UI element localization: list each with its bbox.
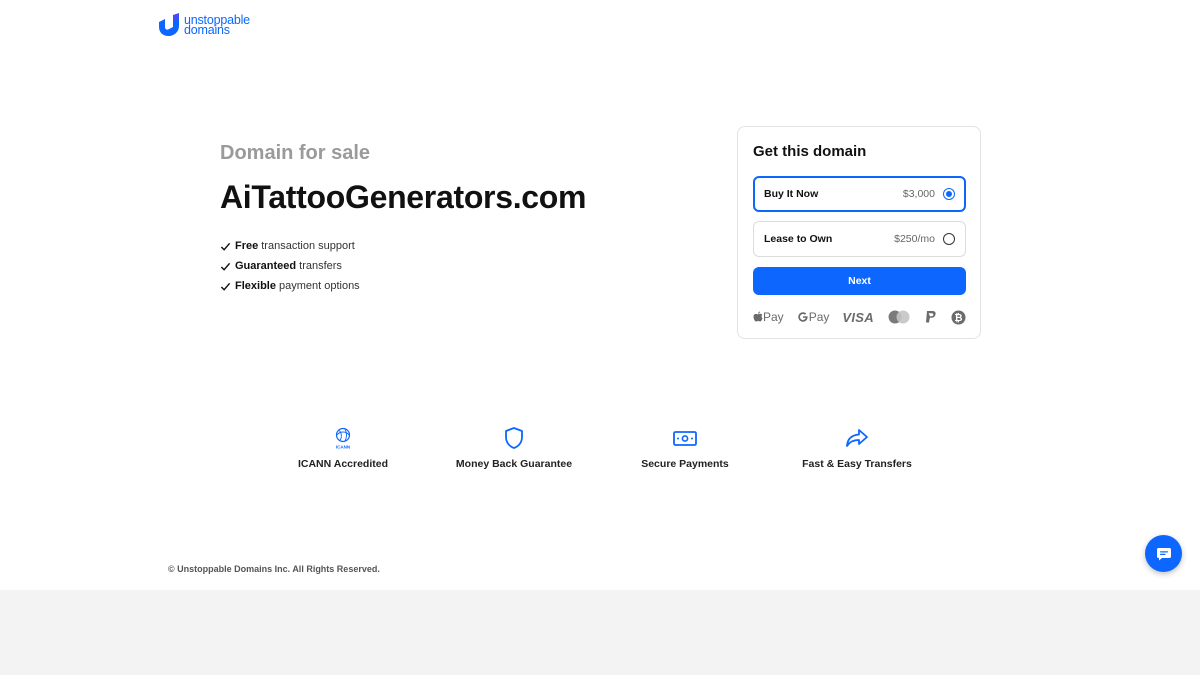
unstoppable-domains-logo[interactable]: unstoppable domains bbox=[158, 13, 250, 37]
ud-logo-icon bbox=[159, 13, 179, 36]
paypal-icon bbox=[924, 310, 938, 324]
trust-item-secure-payments: Secure Payments bbox=[595, 426, 775, 470]
visa-icon: VISA bbox=[842, 309, 874, 325]
trust-label: Fast & Easy Transfers bbox=[802, 458, 912, 470]
feature-item: Free transaction support bbox=[220, 236, 586, 256]
option-price: $250/mo bbox=[894, 233, 935, 245]
feature-bold: Free bbox=[235, 240, 259, 252]
checkmark-icon bbox=[220, 262, 231, 271]
option-buy-it-now[interactable]: Buy It Now $3,000 bbox=[753, 176, 966, 212]
page: unstoppable domains Domain for sale AiTa… bbox=[0, 0, 1200, 590]
trust-label: ICANN Accredited bbox=[297, 458, 389, 470]
feature-item: Guaranteed transfers bbox=[220, 256, 586, 276]
feature-text: transaction support bbox=[261, 240, 355, 252]
svg-text:₿: ₿ bbox=[954, 312, 962, 324]
feature-text: transfers bbox=[299, 260, 342, 272]
trust-label: Secure Payments bbox=[641, 458, 729, 470]
trust-item-icann: ICANN ICANN Accredited bbox=[253, 426, 433, 470]
checkmark-icon bbox=[220, 282, 231, 291]
purchase-card: Get this domain Buy It Now $3,000 Lease … bbox=[737, 126, 981, 339]
radio-unselected-icon[interactable] bbox=[943, 233, 955, 245]
mastercard-icon bbox=[887, 310, 911, 324]
option-label: Buy It Now bbox=[764, 188, 819, 200]
trust-item-money-back: Money Back Guarantee bbox=[424, 426, 604, 470]
domain-for-sale-subtitle: Domain for sale bbox=[220, 142, 371, 164]
next-button[interactable]: Next bbox=[753, 267, 966, 295]
features-list: Free transaction support Guaranteed tran… bbox=[220, 236, 586, 296]
card-title: Get this domain bbox=[753, 143, 867, 160]
share-arrow-icon bbox=[767, 426, 947, 450]
shield-icon bbox=[424, 426, 604, 450]
hero-section: Domain for sale AiTattooGenerators.com F… bbox=[220, 142, 587, 296]
checkmark-icon bbox=[220, 242, 231, 251]
apple-pay-icon: Pay bbox=[753, 310, 784, 324]
option-label: Lease to Own bbox=[764, 233, 833, 245]
chat-button[interactable] bbox=[1145, 535, 1182, 572]
radio-selected-icon[interactable] bbox=[943, 188, 955, 200]
payment-methods: Pay Pay VISA ₿ bbox=[753, 307, 966, 327]
icann-icon: ICANN bbox=[253, 426, 433, 450]
google-pay-icon: Pay bbox=[797, 310, 830, 324]
option-lease-to-own[interactable]: Lease to Own $250/mo bbox=[753, 221, 966, 257]
feature-bold: Flexible bbox=[235, 280, 276, 292]
apple-pay-text: Pay bbox=[763, 310, 784, 324]
domain-name-heading: AiTattooGenerators.com bbox=[220, 179, 587, 215]
feature-text: payment options bbox=[278, 280, 360, 292]
copyright-text: © Unstoppable Domains Inc. All Rights Re… bbox=[168, 564, 380, 574]
chat-icon bbox=[1156, 547, 1171, 560]
trust-label: Money Back Guarantee bbox=[455, 458, 573, 470]
bitcoin-icon: ₿ bbox=[951, 310, 966, 325]
feature-item: Flexible payment options bbox=[220, 276, 586, 296]
trust-item-fast-transfers: Fast & Easy Transfers bbox=[767, 426, 947, 470]
option-price: $3,000 bbox=[902, 188, 935, 200]
google-pay-text: Pay bbox=[808, 310, 830, 324]
feature-bold: Guaranteed bbox=[235, 260, 297, 272]
logo-text: unstoppable domains bbox=[184, 14, 250, 37]
icann-icon-text: ICANN bbox=[336, 445, 350, 450]
money-icon bbox=[595, 426, 775, 450]
